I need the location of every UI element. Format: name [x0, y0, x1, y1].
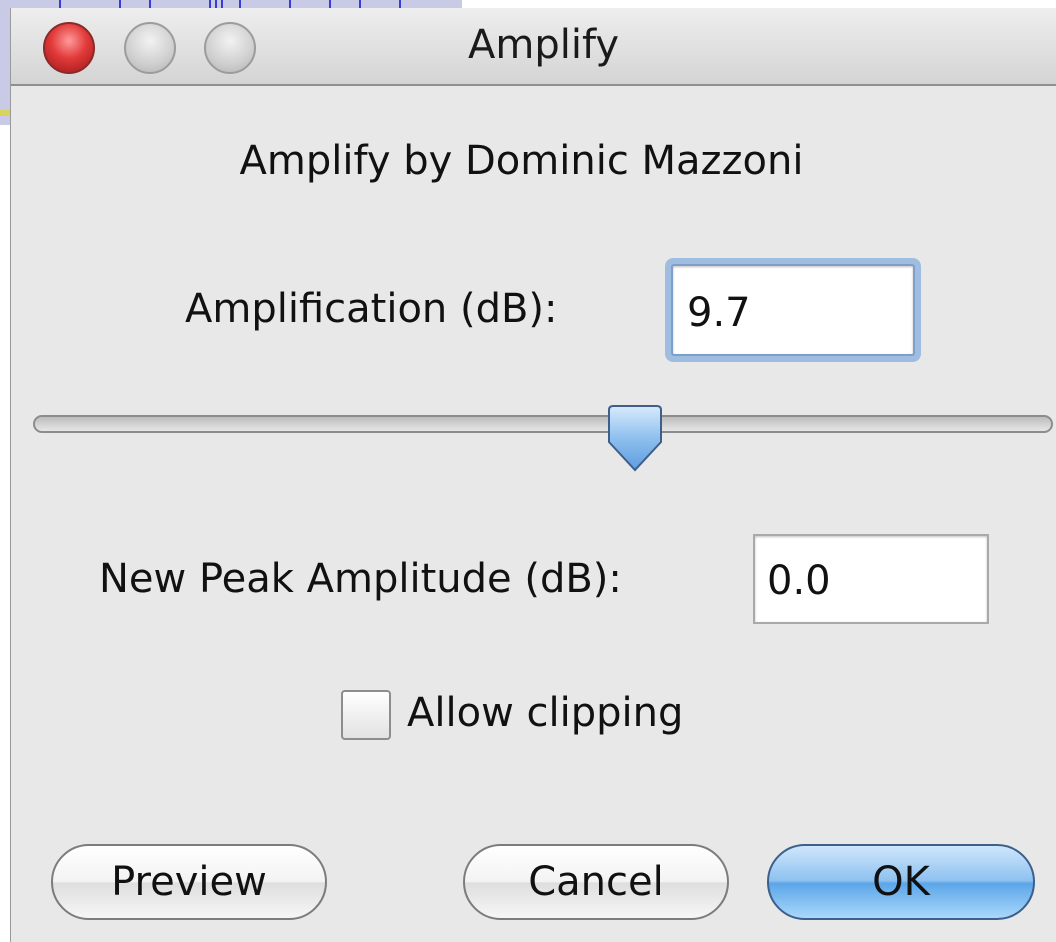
allow-clipping-label[interactable]: Allow clipping: [407, 690, 683, 736]
amplify-dialog: Amplify Amplify by Dominic Mazzoni Ampli…: [10, 8, 1056, 942]
new-peak-label: New Peak Amplitude (dB):: [99, 556, 622, 602]
amplification-label: Amplification (dB):: [185, 286, 558, 332]
allow-clipping-checkbox[interactable]: [341, 690, 391, 740]
dialog-heading: Amplify by Dominic Mazzoni: [239, 138, 804, 184]
ok-button[interactable]: OK: [767, 844, 1035, 920]
title-bar[interactable]: Amplify: [11, 8, 1056, 86]
window-title: Amplify: [468, 22, 619, 68]
amplification-input[interactable]: 9.7: [671, 264, 915, 356]
slider-thumb-icon[interactable]: [607, 404, 663, 474]
preview-button[interactable]: Preview: [51, 844, 327, 920]
amplification-slider[interactable]: [33, 415, 1053, 433]
new-peak-input[interactable]: 0.0: [753, 534, 989, 624]
cancel-button[interactable]: Cancel: [463, 844, 729, 920]
